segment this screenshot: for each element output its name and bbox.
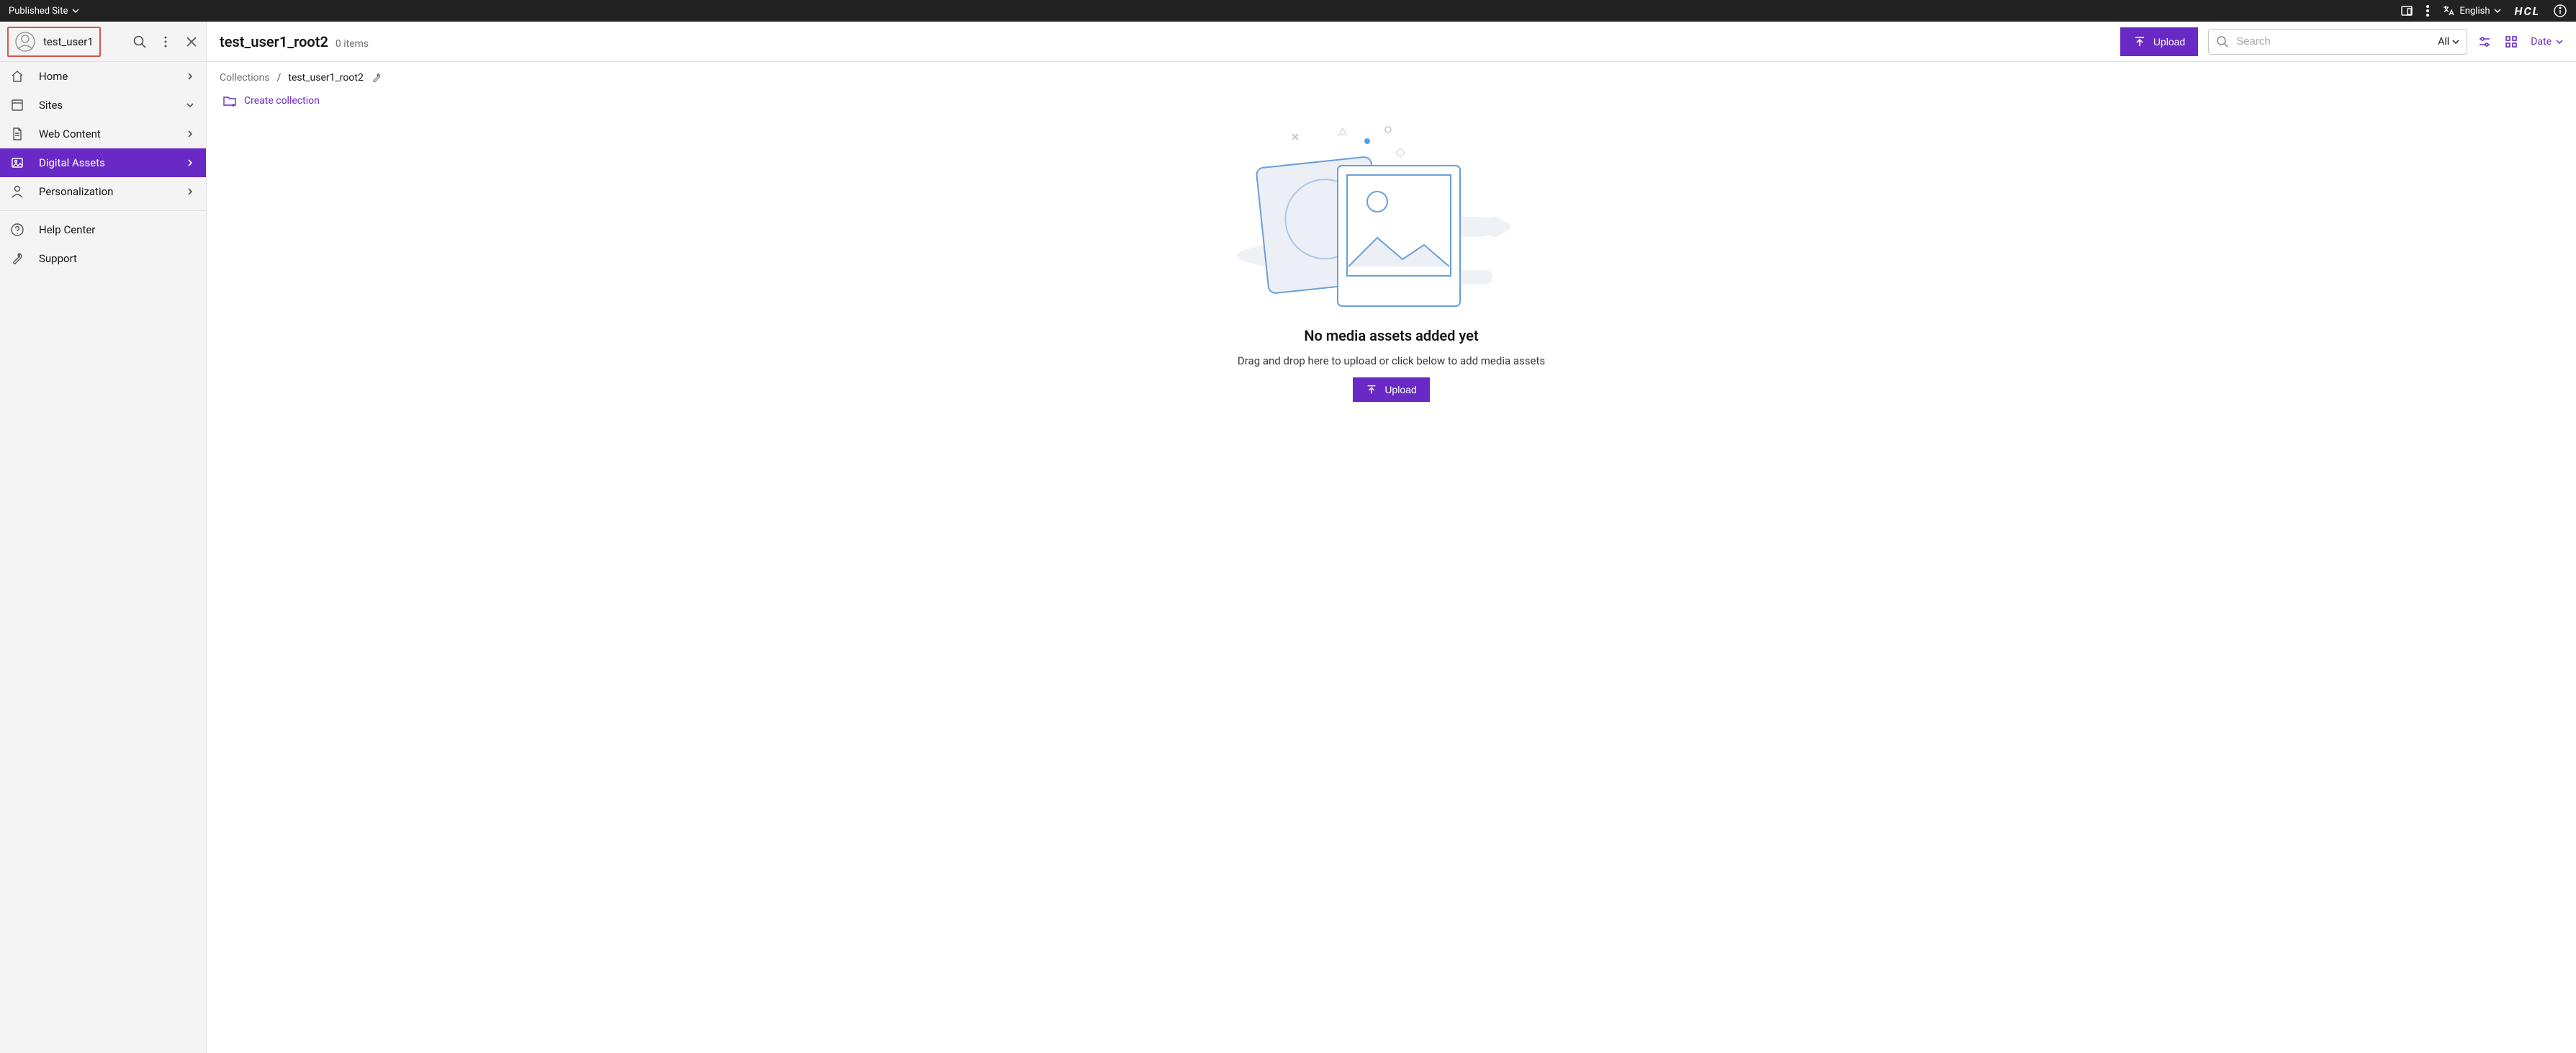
info-icon[interactable] <box>2553 4 2567 18</box>
upload-icon <box>2133 35 2146 48</box>
brand-logo: HCL <box>2514 4 2540 18</box>
filter-settings-button[interactable] <box>2477 35 2492 49</box>
folder-plus-icon <box>222 94 237 108</box>
nav-item-home[interactable]: Home <box>0 62 206 91</box>
wrench-icon <box>10 251 24 266</box>
nav-item-digital-assets[interactable]: Digital Assets <box>0 148 206 177</box>
create-collection-button[interactable]: Create collection <box>207 86 2576 115</box>
empty-illustration <box>1233 122 1550 317</box>
upload-button-label: Upload <box>2153 36 2185 48</box>
chevron-right-icon <box>184 157 196 169</box>
view-grid-button[interactable] <box>2505 35 2518 48</box>
breadcrumb-current: test_user1_root2 <box>288 72 363 84</box>
caret-down-icon <box>72 7 79 14</box>
sidebar-search-button[interactable] <box>132 35 147 49</box>
sliders-icon <box>2477 35 2492 49</box>
caret-down-icon <box>2494 7 2501 14</box>
home-icon <box>10 69 24 84</box>
sidebar: test_user1 Home <box>0 22 207 1053</box>
nav-item-personalization[interactable]: Personalization <box>0 177 206 206</box>
nav-item-label: Help Center <box>39 223 196 236</box>
person-icon <box>10 184 24 199</box>
search-box[interactable]: All <box>2208 29 2467 55</box>
sidebar-kebab-button[interactable] <box>158 35 173 49</box>
upload-button[interactable]: Upload <box>2120 27 2198 56</box>
breadcrumb-settings-icon[interactable] <box>371 72 382 84</box>
empty-upload-button[interactable]: Upload <box>1353 377 1429 402</box>
breadcrumb-root[interactable]: Collections <box>220 72 270 84</box>
nav-divider <box>0 210 206 211</box>
nav-item-label: Support <box>39 252 196 265</box>
breadcrumb: Collections / test_user1_root2 <box>207 62 2576 86</box>
search-input[interactable] <box>2236 35 2431 48</box>
chevron-right-icon <box>184 186 196 197</box>
secondary-nav: Help Center Support <box>0 215 206 273</box>
published-site-dropdown[interactable]: Published Site <box>9 6 79 17</box>
nav-item-label: Personalization <box>39 185 170 198</box>
page-title: test_user1_root2 <box>220 33 328 50</box>
search-filter-label: All <box>2438 36 2449 48</box>
language-label: English <box>2459 6 2490 17</box>
nav-item-help-center[interactable]: Help Center <box>0 215 206 244</box>
topbar: Published Site English HCL <box>0 0 2576 22</box>
language-selector[interactable]: English <box>2442 4 2501 17</box>
translate-icon <box>2442 4 2455 17</box>
search-icon <box>2216 35 2229 48</box>
create-collection-label: Create collection <box>244 95 320 107</box>
user-chip[interactable]: test_user1 <box>7 27 101 57</box>
published-site-label: Published Site <box>9 6 68 17</box>
caret-down-icon <box>2556 38 2563 45</box>
chevron-down-icon <box>184 99 196 111</box>
sidebar-header: test_user1 <box>0 22 206 62</box>
document-icon <box>10 127 24 141</box>
grid-icon <box>2505 35 2518 48</box>
image-icon <box>10 156 24 170</box>
nav-item-sites[interactable]: Sites <box>0 91 206 120</box>
sort-dropdown[interactable]: Date <box>2531 36 2563 48</box>
content-header: test_user1_root2 0 items Upload All <box>207 22 2576 62</box>
empty-title: No media assets added yet <box>1304 327 1478 344</box>
items-count: 0 items <box>335 38 369 50</box>
caret-down-icon <box>2452 38 2459 45</box>
nav-item-label: Digital Assets <box>39 156 170 169</box>
breadcrumb-separator: / <box>277 72 282 84</box>
kebab-menu-icon[interactable] <box>2426 5 2429 17</box>
nav-item-web-content[interactable]: Web Content <box>0 120 206 148</box>
empty-subtitle: Drag and drop here to upload or click be… <box>1238 354 1545 367</box>
primary-nav: Home Sites Web Content <box>0 62 206 206</box>
content-area: test_user1_root2 0 items Upload All <box>207 22 2576 1053</box>
empty-state: No media assets added yet Drag and drop … <box>207 115 2576 1053</box>
empty-upload-label: Upload <box>1384 384 1416 395</box>
sort-label: Date <box>2531 36 2552 48</box>
search-filter-dropdown[interactable]: All <box>2438 36 2459 48</box>
help-icon <box>10 223 24 237</box>
nav-item-support[interactable]: Support <box>0 244 206 273</box>
upload-icon <box>1366 384 1377 395</box>
chevron-right-icon <box>184 71 196 82</box>
avatar-icon <box>14 31 36 53</box>
nav-item-label: Home <box>39 70 170 83</box>
username-label: test_user1 <box>43 35 94 48</box>
window-mode-icon[interactable] <box>2400 4 2413 17</box>
chevron-right-icon <box>184 128 196 140</box>
nav-item-label: Web Content <box>39 127 170 140</box>
brand-logo-text: HCL <box>2514 4 2540 18</box>
sites-icon <box>10 98 24 112</box>
nav-item-label: Sites <box>39 99 170 112</box>
sidebar-close-button[interactable] <box>184 35 199 49</box>
